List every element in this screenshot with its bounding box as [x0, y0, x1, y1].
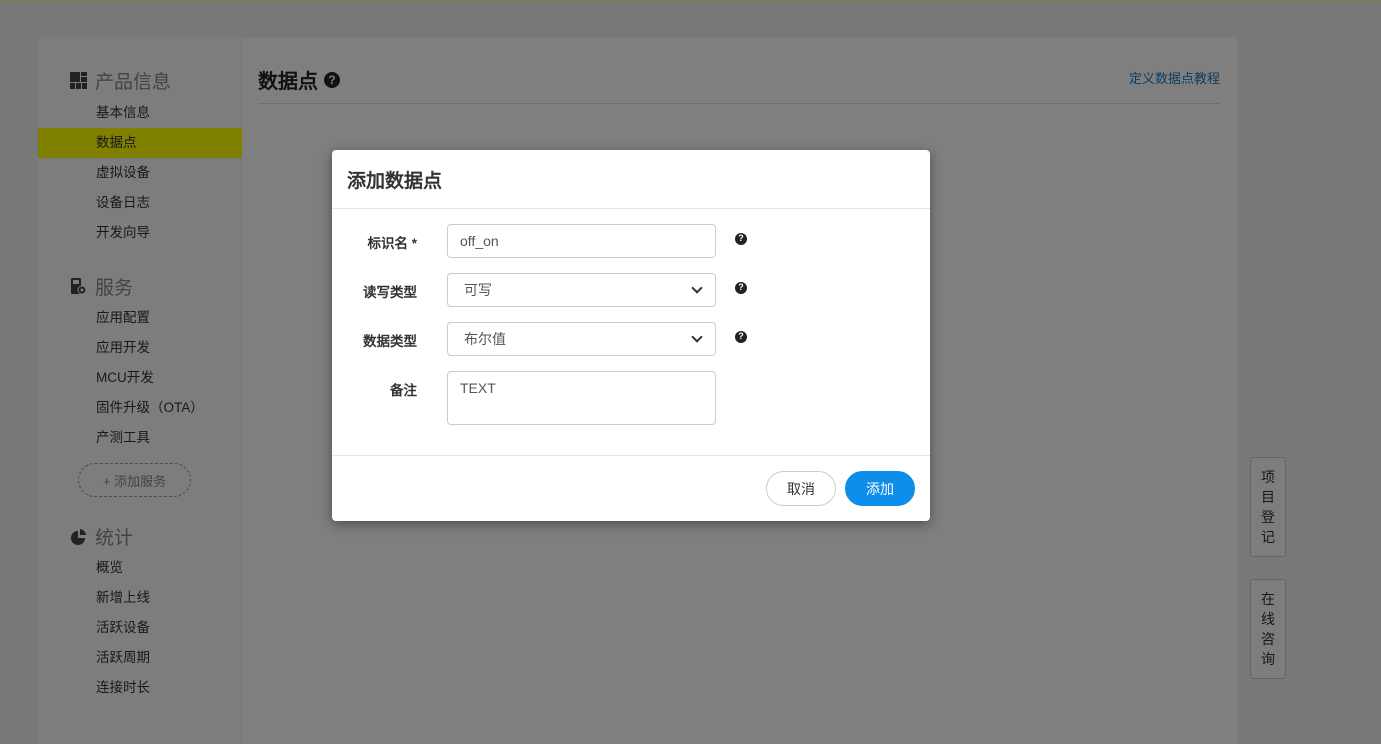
- identifier-row: 标识名 * off_on ?: [332, 224, 930, 258]
- chevron-down-icon: [691, 282, 703, 294]
- data-type-row: 数据类型 布尔值 ?: [332, 322, 930, 356]
- modal-footer: 取消 添加: [332, 455, 930, 521]
- data-type-value: 布尔值: [464, 331, 506, 347]
- rw-type-row: 读写类型 可写 ?: [332, 273, 930, 307]
- rw-type-label: 读写类型: [363, 285, 417, 300]
- remark-label: 备注: [390, 383, 417, 398]
- data-type-select[interactable]: 布尔值: [447, 322, 716, 356]
- cancel-button[interactable]: 取消: [766, 471, 836, 506]
- rw-type-value: 可写: [464, 282, 492, 298]
- chevron-down-icon: [691, 331, 703, 343]
- remark-textarea[interactable]: TEXT: [447, 371, 716, 425]
- modal-title: 添加数据点: [332, 150, 930, 209]
- add-datapoint-modal: 添加数据点 标识名 * off_on ? 读写类型 可写 ? 数据类型 布尔值 …: [332, 150, 930, 521]
- identifier-input[interactable]: off_on: [447, 224, 716, 258]
- identifier-label: 标识名 *: [367, 236, 417, 251]
- help-icon[interactable]: ?: [735, 228, 747, 246]
- add-button[interactable]: 添加: [845, 471, 915, 506]
- remark-row: 备注 TEXT: [332, 371, 930, 425]
- data-type-label: 数据类型: [363, 334, 417, 349]
- help-icon[interactable]: ?: [735, 277, 747, 295]
- help-icon[interactable]: ?: [735, 326, 747, 344]
- rw-type-select[interactable]: 可写: [447, 273, 716, 307]
